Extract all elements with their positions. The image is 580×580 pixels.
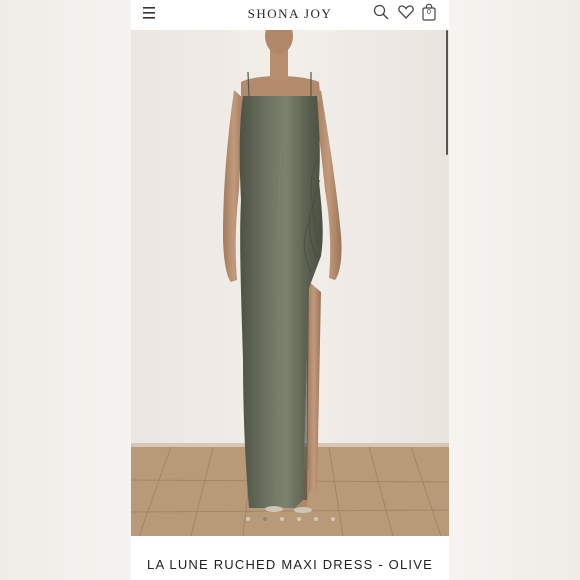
gallery-dot[interactable] (330, 517, 335, 521)
shopping-bag-icon[interactable]: 0 (420, 3, 438, 21)
search-icon[interactable] (372, 3, 390, 21)
background-left-blur (0, 0, 131, 580)
gallery-pagination (131, 517, 449, 521)
gallery-dot[interactable] (296, 517, 301, 521)
mobile-screen: SHONA JOY 0 LA LUNE RUCHED MAXI DRESS - … (131, 0, 449, 580)
scrollbar[interactable] (446, 30, 448, 155)
gallery-dot[interactable] (279, 517, 284, 521)
heart-icon[interactable] (397, 3, 415, 21)
background-right-blur (449, 0, 580, 580)
product-image[interactable] (131, 30, 449, 536)
gallery-dot-active[interactable] (262, 517, 267, 521)
product-title: LA LUNE RUCHED MAXI DRESS - OLIVE (147, 557, 433, 572)
gallery-dot[interactable] (313, 517, 318, 521)
gallery-dot[interactable] (245, 517, 250, 521)
site-header: SHONA JOY 0 (131, 0, 449, 30)
bag-count: 0 (427, 9, 431, 16)
